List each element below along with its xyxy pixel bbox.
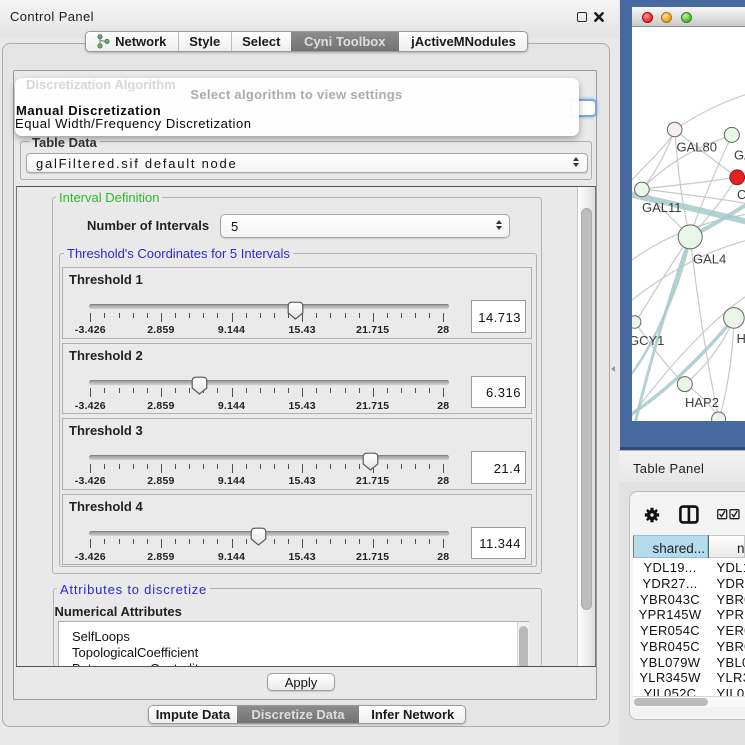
svg-text:HAP2: HAP2: [685, 395, 719, 410]
svg-text:GCY1: GCY1: [632, 333, 664, 348]
svg-text:HI: HI: [737, 331, 745, 346]
svg-text:GAL4: GAL4: [693, 252, 726, 267]
svg-text:GA: GA: [734, 148, 745, 163]
svg-text:GAL11: GAL11: [642, 200, 682, 215]
svg-text:GAL80: GAL80: [677, 140, 717, 155]
svg-text:CD: CD: [737, 187, 745, 202]
